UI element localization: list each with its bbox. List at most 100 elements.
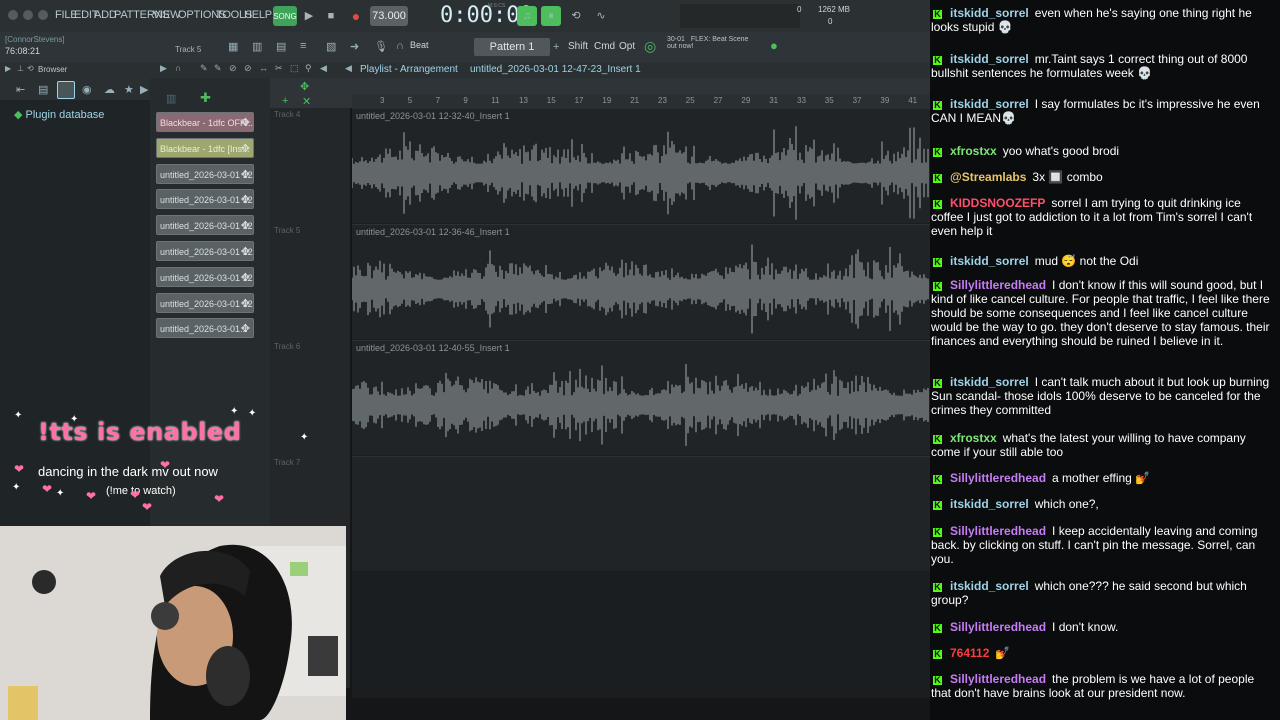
drag-handle-icon[interactable]: ✥: [241, 216, 250, 234]
all-files-icon[interactable]: ▤: [38, 83, 48, 96]
blend-notes-button[interactable]: ∿: [591, 6, 611, 26]
star-icon[interactable]: ★: [124, 83, 134, 96]
news-icon[interactable]: ◎: [644, 38, 656, 55]
plugin-db-tab-icon[interactable]: [57, 81, 75, 99]
playlist-lane[interactable]: untitled_2026-03-01 12-32-40_Insert 1: [352, 108, 930, 223]
playlist-lanes[interactable]: untitled_2026-03-01 12-32-40_Insert 1 unt…: [352, 108, 930, 698]
chat-username[interactable]: xfrostxx: [950, 431, 997, 445]
chat-username[interactable]: Sillylittleredhead: [950, 620, 1046, 634]
menu-view[interactable]: VIEW: [153, 9, 181, 21]
chat-username[interactable]: itskidd_sorrel: [950, 52, 1029, 66]
drag-handle-icon[interactable]: ✥: [241, 242, 250, 260]
wait-for-input-button[interactable]: ⏸: [541, 6, 561, 26]
shift-button[interactable]: Shift: [568, 41, 588, 52]
drag-handle-icon[interactable]: ✥: [241, 139, 250, 157]
timeline-ruler[interactable]: 3 5 7 9 11 13 15 17 19 21 23 25 27 29 31 33 35 37 39 41: [352, 94, 930, 108]
picker-clips-icon[interactable]: ✚: [200, 90, 211, 106]
chat-username[interactable]: 764112: [950, 646, 989, 660]
scroll-icon[interactable]: ✥: [300, 80, 309, 93]
chat-username[interactable]: itskidd_sorrel: [950, 97, 1029, 111]
mic-icon[interactable]: 🎙: [374, 40, 388, 53]
audio-clip-title[interactable]: untitled_2026-03-01 12-32-40_Insert 1: [356, 111, 510, 121]
audio-clip-title[interactable]: untitled_2026-03-01 12-36-46_Insert 1: [356, 227, 510, 237]
track-header-label[interactable]: Track 5: [274, 226, 300, 235]
remove-track-icon[interactable]: ✕: [302, 95, 311, 108]
minimize-window-icon[interactable]: [23, 10, 33, 20]
chat-username[interactable]: @Streamlabs: [950, 170, 1026, 184]
browser-root-item[interactable]: ◆ Plugin database: [14, 108, 104, 121]
add-pattern-icon[interactable]: +: [553, 41, 559, 53]
magnet-icon[interactable]: ∩: [396, 40, 404, 52]
picker-item[interactable]: untitled_2026-03-01 12-... ✥: [156, 266, 254, 287]
mixer-icon[interactable]: ≡: [300, 40, 306, 52]
chat-username[interactable]: xfrostxx: [950, 144, 997, 158]
back-icon[interactable]: ⟲: [27, 64, 34, 73]
close-window-icon[interactable]: [8, 10, 18, 20]
playlist-lane[interactable]: untitled_2026-03-01 12-36-46_Insert 1: [352, 224, 930, 339]
delete-icon[interactable]: ⊘: [229, 63, 237, 74]
playlist-lane[interactable]: untitled_2026-03-01 12-40-55_Insert 1: [352, 340, 930, 455]
tempo-display[interactable]: 73.000: [370, 6, 408, 26]
drag-handle-icon[interactable]: ✥: [241, 190, 250, 208]
audio-clip-title[interactable]: untitled_2026-03-01 12-40-55_Insert 1: [356, 343, 510, 353]
metronome-button[interactable]: ♫: [517, 6, 537, 26]
picker-item[interactable]: untitled_2026-03-01 12-... ✥: [156, 241, 254, 261]
drag-handle-icon[interactable]: ✥: [241, 319, 250, 337]
project-icon[interactable]: ◉: [82, 83, 92, 96]
playlist-lane[interactable]: [352, 456, 930, 571]
online-icon[interactable]: ●: [770, 38, 778, 53]
track-header-label[interactable]: Track 4: [274, 110, 300, 119]
channel-rack-icon[interactable]: ▤: [276, 40, 286, 53]
chat-username[interactable]: Sillylittleredhead: [950, 278, 1046, 292]
chat-username[interactable]: KIDDSNOOZEFP: [950, 196, 1045, 210]
chat-username[interactable]: Sillylittleredhead: [950, 524, 1046, 538]
menu-help[interactable]: HELP: [244, 9, 272, 21]
select-icon[interactable]: ⬚: [290, 63, 299, 74]
stop-button[interactable]: ■: [322, 6, 340, 26]
track-header-label[interactable]: Track 7: [274, 458, 300, 467]
picker-item[interactable]: untitled_2026-03-01 12-... ✥: [156, 292, 254, 313]
paint-icon[interactable]: ✎: [214, 63, 222, 74]
mute-icon[interactable]: ⊘: [244, 63, 252, 74]
slice-icon[interactable]: ✂: [275, 63, 283, 74]
drag-handle-icon[interactable]: ✥: [241, 165, 250, 183]
magnet-snap-icon[interactable]: ∩: [175, 63, 181, 73]
drag-handle-icon[interactable]: ✥: [241, 294, 250, 312]
chat-username[interactable]: itskidd_sorrel: [950, 579, 1029, 593]
more-icon[interactable]: ▶: [140, 83, 148, 96]
playlist-options-icon[interactable]: ◀: [345, 63, 352, 74]
chat-username[interactable]: itskidd_sorrel: [950, 254, 1029, 268]
chat-username[interactable]: Sillylittleredhead: [950, 672, 1046, 686]
opt-button[interactable]: Opt: [619, 41, 635, 52]
record-button[interactable]: ●: [346, 6, 366, 26]
slip-icon[interactable]: ↔: [259, 63, 268, 73]
browser-toggle-icon[interactable]: ▧: [326, 40, 336, 53]
add-track-icon[interactable]: +: [282, 95, 288, 107]
song-time-display[interactable]: 0:00:00: [440, 5, 533, 27]
draw-icon[interactable]: ✎: [200, 63, 208, 74]
arrow-icon[interactable]: ▶: [160, 63, 167, 74]
play-button[interactable]: ▶: [300, 6, 318, 26]
track-header-label[interactable]: Track 6: [274, 342, 300, 351]
drag-handle-icon[interactable]: ✥: [241, 268, 250, 286]
pin-icon[interactable]: ⊥: [17, 64, 24, 73]
snap-select[interactable]: Beat: [410, 40, 429, 50]
playlist-icon[interactable]: ▦: [228, 40, 238, 53]
picker-item[interactable]: untitled_2026-03-01 12-... ✥: [156, 215, 254, 236]
chat-username[interactable]: Sillylittleredhead: [950, 471, 1046, 485]
arrow-right-icon[interactable]: ➜: [350, 40, 359, 53]
chat-username[interactable]: itskidd_sorrel: [950, 497, 1029, 511]
browser-menu-icon[interactable]: ▶: [5, 64, 11, 73]
chat-username[interactable]: itskidd_sorrel: [950, 375, 1029, 389]
picker-item[interactable]: Blackbear - 1dfc OFFI... ✥: [156, 112, 254, 132]
chat-username[interactable]: itskidd_sorrel: [950, 6, 1029, 20]
piano-roll-icon[interactable]: ▥: [252, 40, 262, 53]
cloud-icon[interactable]: ☁: [104, 83, 115, 96]
picker-item[interactable]: untitled_2026-03-01 12-... ✥: [156, 163, 254, 184]
song-mode-button[interactable]: SONG: [273, 6, 297, 26]
zoom-window-icon[interactable]: [38, 10, 48, 20]
countdown-button[interactable]: ⟲: [566, 6, 586, 26]
picker-item[interactable]: untitled_2026-03-01 12-... ✥: [156, 189, 254, 210]
cmd-button[interactable]: Cmd: [594, 41, 615, 52]
picker-item[interactable]: untitled_2026-03-01... ✥: [156, 318, 254, 339]
